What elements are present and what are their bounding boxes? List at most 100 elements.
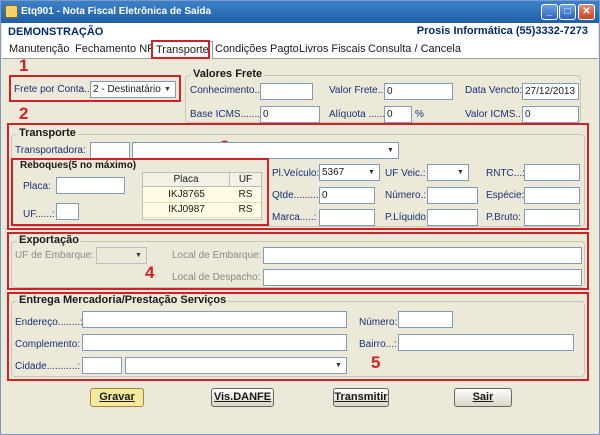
table-row[interactable]: IKJ0987 RS bbox=[143, 203, 261, 218]
conhecimento-input[interactable] bbox=[260, 83, 313, 100]
cidade-select[interactable]: ▼ bbox=[125, 357, 347, 374]
bairro-label: Bairro...: bbox=[359, 339, 397, 350]
exportacao-title: Exportação bbox=[17, 234, 81, 246]
endereco-label: Endereço........: bbox=[15, 317, 83, 328]
p-bruto-label: P.Bruto: bbox=[486, 212, 521, 223]
p-liquido-input[interactable] bbox=[427, 209, 478, 226]
app-icon bbox=[5, 5, 18, 18]
transportadora-select[interactable]: ▼ bbox=[132, 142, 399, 159]
uf-input[interactable] bbox=[56, 203, 79, 220]
endereco-input[interactable] bbox=[82, 311, 347, 328]
base-icms-label: Base ICMS.......: bbox=[190, 109, 263, 120]
data-vencto-label: Data Vencto: bbox=[465, 85, 523, 96]
marca-input[interactable] bbox=[319, 209, 375, 226]
valor-frete-input[interactable]: 0 bbox=[384, 83, 453, 100]
main-window: Etq901 - Nota Fiscal Eletrônica de Saída… bbox=[0, 0, 600, 435]
title-bar: Etq901 - Nota Fiscal Eletrônica de Saída… bbox=[1, 1, 599, 23]
placa-cell: IKJ8765 bbox=[168, 189, 205, 200]
valor-icms-input[interactable]: 0 bbox=[522, 106, 579, 123]
minimize-button[interactable]: _ bbox=[541, 4, 558, 20]
uf-veic-select[interactable]: ▼ bbox=[427, 164, 469, 181]
tab-manutencao[interactable]: Manutenção bbox=[9, 43, 70, 55]
local-despacho-label: Local de Despacho: bbox=[172, 272, 261, 283]
chevron-down-icon: ▼ bbox=[135, 252, 142, 259]
local-embarque-label: Local de Embarque: bbox=[172, 250, 262, 261]
valor-frete-label: Valor Frete..: bbox=[329, 85, 387, 96]
placa-label: Placa: bbox=[23, 181, 51, 192]
col-header-placa: Placa bbox=[143, 173, 230, 187]
frete-select[interactable]: 2 - Destinatário ▼ bbox=[90, 81, 176, 98]
frete-label: Frete por Conta..: bbox=[14, 84, 93, 95]
col-header-uf: UF bbox=[230, 173, 261, 187]
p-liquido-label: P.Líquido: bbox=[385, 212, 429, 223]
uf-veic-label: UF Veic.: bbox=[385, 168, 426, 179]
danfe-button[interactable]: Vis.DANFE bbox=[211, 388, 274, 407]
cidade-code-input[interactable] bbox=[82, 357, 122, 374]
p-bruto-input[interactable] bbox=[524, 209, 580, 226]
transporte-title: Transporte bbox=[17, 127, 78, 139]
pl-veiculo-select[interactable]: 5367 ▼ bbox=[319, 164, 380, 181]
local-embarque-input[interactable] bbox=[263, 247, 582, 264]
numero-entrega-label: Número: bbox=[359, 317, 398, 328]
reboques-table[interactable]: Placa UF IKJ8765 RS IKJ0987 RS bbox=[142, 172, 262, 220]
company-label: DEMONSTRAÇÃO bbox=[8, 26, 104, 38]
aliquota-label: Alíquota ......: bbox=[329, 109, 388, 120]
uf-cell: RS bbox=[238, 189, 253, 200]
annotation-box-tab bbox=[151, 40, 210, 59]
pl-veiculo-label: Pl.Veículo: bbox=[272, 168, 320, 179]
transmitir-button[interactable]: Transmitir bbox=[333, 388, 389, 407]
chevron-down-icon: ▼ bbox=[164, 86, 171, 93]
cidade-label: Cidade...........: bbox=[15, 361, 81, 372]
transportadora-label: Transportadora: bbox=[15, 145, 86, 156]
numero-entrega-input[interactable] bbox=[398, 311, 453, 328]
tab-condicoes-pagto[interactable]: Condições Pagto bbox=[215, 43, 299, 55]
valor-icms-label: Valor ICMS..: bbox=[465, 109, 524, 120]
uf-embarque-select[interactable]: ▼ bbox=[96, 247, 147, 264]
numero-input[interactable] bbox=[427, 187, 478, 204]
table-row[interactable]: IKJ8765 RS bbox=[143, 188, 261, 203]
especie-label: Espécie: bbox=[486, 190, 525, 201]
aliquota-input[interactable]: 0 bbox=[384, 106, 412, 123]
uf-embarque-label: UF de Embarque: bbox=[15, 250, 94, 261]
entrega-title: Entrega Mercadoria/Prestação Serviços bbox=[17, 294, 229, 306]
marca-label: Marca.....: bbox=[272, 212, 317, 223]
valores-frete-title: Valores Frete bbox=[191, 68, 265, 80]
annotation-2: 2 bbox=[19, 104, 29, 123]
especie-input[interactable] bbox=[524, 187, 580, 204]
uf-label: UF......: bbox=[23, 209, 55, 220]
sair-button[interactable]: Sair bbox=[454, 388, 512, 407]
percent-label: % bbox=[415, 109, 424, 120]
vendor-label: Prosis Informática (55)3332-7273 bbox=[416, 25, 588, 37]
header-bar: DEMONSTRAÇÃO Prosis Informática (55)3332… bbox=[2, 23, 598, 40]
rntc-label: RNTC...: bbox=[486, 168, 525, 179]
complemento-label: Complemento: bbox=[15, 339, 81, 350]
tab-fechamento-nf[interactable]: Fechamento NF bbox=[75, 43, 154, 55]
chevron-down-icon: ▼ bbox=[335, 362, 342, 369]
chevron-down-icon: ▼ bbox=[387, 147, 394, 154]
bairro-input[interactable] bbox=[398, 334, 574, 351]
frete-value: 2 - Destinatário bbox=[93, 84, 161, 95]
maximize-button[interactable]: □ bbox=[559, 4, 576, 20]
tab-livros-fiscais[interactable]: Livros Fiscais bbox=[299, 43, 366, 55]
numero-label: Número.: bbox=[385, 190, 427, 201]
chevron-down-icon: ▼ bbox=[368, 169, 375, 176]
base-icms-input[interactable]: 0 bbox=[260, 106, 320, 123]
gravar-button[interactable]: Gravar bbox=[90, 388, 144, 407]
complemento-input[interactable] bbox=[82, 334, 347, 351]
data-vencto-input[interactable]: 27/12/2013 bbox=[522, 83, 579, 100]
tab-consulta-cancela[interactable]: Consulta / Cancela bbox=[368, 43, 461, 55]
window-title: Etq901 - Nota Fiscal Eletrônica de Saída bbox=[21, 6, 212, 17]
qtde-label: Qtde.........: bbox=[272, 190, 322, 201]
qtde-input[interactable]: 0 bbox=[319, 187, 375, 204]
chevron-down-icon: ▼ bbox=[457, 169, 464, 176]
uf-cell: RS bbox=[238, 204, 253, 215]
placa-input[interactable] bbox=[56, 177, 125, 194]
conhecimento-label: Conhecimento..: bbox=[190, 85, 263, 96]
tab-bar: Manutenção Fechamento NF Transporte Cond… bbox=[2, 40, 598, 59]
annotation-1: 1 bbox=[19, 56, 29, 75]
transportadora-code-input[interactable] bbox=[90, 142, 130, 159]
local-despacho-input[interactable] bbox=[263, 269, 582, 286]
rntc-input[interactable] bbox=[524, 164, 580, 181]
close-button[interactable]: ✕ bbox=[578, 4, 595, 20]
reboques-title: Reboques(5 no máximo) bbox=[20, 160, 137, 171]
